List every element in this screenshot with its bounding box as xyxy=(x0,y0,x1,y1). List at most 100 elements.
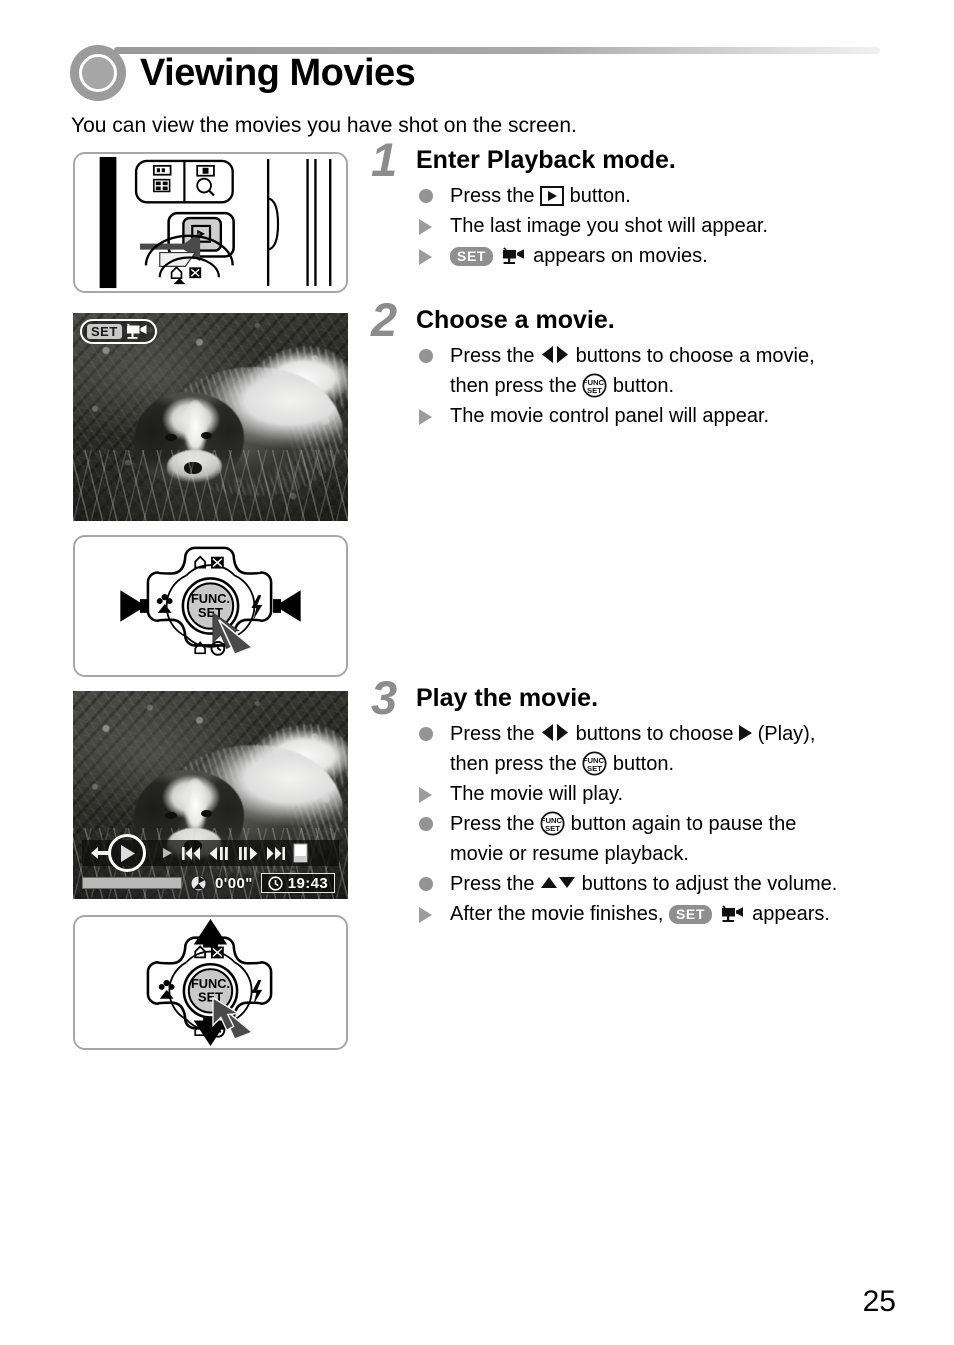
left-right-arrows-icon xyxy=(542,346,569,363)
svg-text:FUNC.: FUNC. xyxy=(191,591,230,606)
dog-eye-left xyxy=(165,433,177,442)
filled-circle-icon xyxy=(70,45,126,101)
bullet-text-part: Press the xyxy=(450,873,541,895)
bullet-text-part: appears on movies. xyxy=(527,245,708,267)
page-title: Viewing Movies xyxy=(140,52,416,94)
bullet-last-image: The last image you shot will appear. xyxy=(416,211,916,241)
intro-text: You can view the movies you have shot on… xyxy=(71,114,577,137)
playback-progress-bar[interactable] xyxy=(82,877,182,889)
movie-camera-icon xyxy=(502,247,524,264)
bullet-line-2: then press the FUNC. SET button. xyxy=(450,371,916,401)
bullet-movie-will-play: The movie will play. xyxy=(416,779,916,809)
illustration-panel: FUNC. SET xyxy=(73,915,348,1050)
bullet-text-part: buttons to choose a movie, xyxy=(570,345,815,367)
camera-back-playback-button-illustration xyxy=(75,154,346,291)
bullet-text-part: The movie control panel will appear. xyxy=(450,405,770,427)
bullet-line-2: movie or resume playback. xyxy=(450,843,689,865)
bullet-text-part: Press the xyxy=(450,723,541,745)
bullet-text-part: (Play), xyxy=(752,723,816,745)
bullet-text-part: The last image you shot will appear. xyxy=(450,215,768,237)
bullet-triangle-marker xyxy=(419,409,432,425)
func-set-icon: FUNC. SET xyxy=(540,811,565,836)
step-2-header: 2 Choose a movie. xyxy=(371,296,916,343)
set-movie-badge: SET xyxy=(80,319,157,344)
set-icon: SET xyxy=(450,247,494,266)
dog-photo-scene xyxy=(73,313,348,521)
bullet-control-panel: The movie control panel will appear. xyxy=(416,401,916,431)
exit-icon[interactable] xyxy=(90,844,110,862)
step-3-header: 3 Play the movie. xyxy=(371,674,916,721)
bullet-press-playback: Press the button. xyxy=(416,181,916,211)
dog-eye-left xyxy=(165,811,177,820)
playback-button-icon xyxy=(540,186,565,206)
bullet-choose-play: Press the buttons to choose (Play), then… xyxy=(416,719,916,779)
battery-icon xyxy=(190,875,207,891)
bullet-triangle-marker xyxy=(419,787,432,803)
step-1-number: 1 xyxy=(371,133,398,186)
play-icon[interactable] xyxy=(108,834,146,872)
control-wheel-left-right-illustration: FUNC. SET xyxy=(75,538,346,674)
bullet-text-part: button. xyxy=(607,753,675,775)
bullet-text-part: Press the xyxy=(450,813,541,835)
movie-camera-icon xyxy=(721,905,743,922)
step-2-title: Choose a movie. xyxy=(416,306,615,334)
step-1: 1 Enter Playback mode. Press the button.… xyxy=(371,136,916,271)
bullet-text-part: buttons to choose xyxy=(570,723,740,745)
bullet-text-part: buttons to adjust the volume. xyxy=(576,873,838,895)
bullet-triangle-marker xyxy=(419,219,432,235)
figure-wheel-up-down: FUNC. SET xyxy=(73,915,348,1050)
step-3: 3 Play the movie. Press the buttons to c… xyxy=(371,674,916,929)
frame-forward-icon[interactable] xyxy=(237,844,259,862)
bullet-dot-marker xyxy=(419,727,433,741)
bullet-text-part: After the movie finishes, xyxy=(450,903,669,925)
skip-back-icon[interactable] xyxy=(181,844,201,862)
svg-text:SET: SET xyxy=(545,824,560,833)
figure-movie-thumbnail: SET xyxy=(73,313,348,521)
step-2-bullets: Press the buttons to choose a movie, the… xyxy=(416,341,916,431)
clock-icon xyxy=(268,875,283,891)
bullet-text-part: Press the xyxy=(450,345,541,367)
bullet-text-part: then press the xyxy=(450,375,583,397)
func-set-icon: FUNC. SET xyxy=(582,373,607,398)
bullet-text-part: Press the xyxy=(450,185,541,207)
clock-time-box: 19:43 xyxy=(260,873,336,893)
figure-wheel-left-right: FUNC. SET xyxy=(73,535,348,677)
bullet-dot-marker xyxy=(419,877,433,891)
edit-icon[interactable] xyxy=(293,843,308,863)
illustration-panel xyxy=(73,152,348,293)
set-chip-label: SET xyxy=(87,324,122,339)
page-number: 25 xyxy=(862,1285,896,1318)
illustration-panel: FUNC. SET xyxy=(73,535,348,677)
movie-playback-screen: 0'00" 19:43 xyxy=(73,691,348,899)
foreground-grass xyxy=(73,450,348,521)
movie-thumbnail-photo: SET xyxy=(73,313,348,521)
step-1-bullets: Press the button. The last image you sho… xyxy=(416,181,916,271)
step-2: 2 Choose a movie. Press the buttons to c… xyxy=(371,296,916,431)
bullet-dot-marker xyxy=(419,817,433,831)
bullet-after-finishes: After the movie finishes, SET appears. xyxy=(416,899,916,929)
bullet-pause-resume: Press the FUNC. SET button again to paus… xyxy=(416,809,916,869)
bullet-dot-marker xyxy=(419,349,433,363)
slow-motion-icon[interactable] xyxy=(160,844,174,862)
figure-movie-playback-screen: 0'00" 19:43 xyxy=(73,691,348,899)
page-header: Viewing Movies xyxy=(70,45,880,101)
up-down-arrows-icon xyxy=(541,877,576,888)
control-wheel-up-down-illustration: FUNC. SET xyxy=(75,917,346,1048)
step-3-number: 3 xyxy=(371,671,398,724)
step-3-bullets: Press the buttons to choose (Play), then… xyxy=(416,719,916,929)
bullet-text-part: button. xyxy=(607,375,675,397)
frame-back-icon[interactable] xyxy=(208,844,230,862)
step-1-title: Enter Playback mode. xyxy=(416,146,676,174)
bullet-text-part: button again to pause the xyxy=(565,813,797,835)
svg-text:FUNC.: FUNC. xyxy=(191,976,230,991)
svg-text:SET: SET xyxy=(587,764,602,773)
func-set-icon: FUNC. SET xyxy=(582,751,607,776)
step-3-title: Play the movie. xyxy=(416,684,599,712)
bullet-triangle-marker xyxy=(419,249,432,265)
svg-text:SET: SET xyxy=(587,386,602,395)
bullet-triangle-marker xyxy=(419,907,432,923)
bullet-text-part: button. xyxy=(564,185,631,207)
step-2-number: 2 xyxy=(371,293,398,346)
bullet-text-part: then press the xyxy=(450,753,583,775)
skip-forward-icon[interactable] xyxy=(266,844,286,862)
